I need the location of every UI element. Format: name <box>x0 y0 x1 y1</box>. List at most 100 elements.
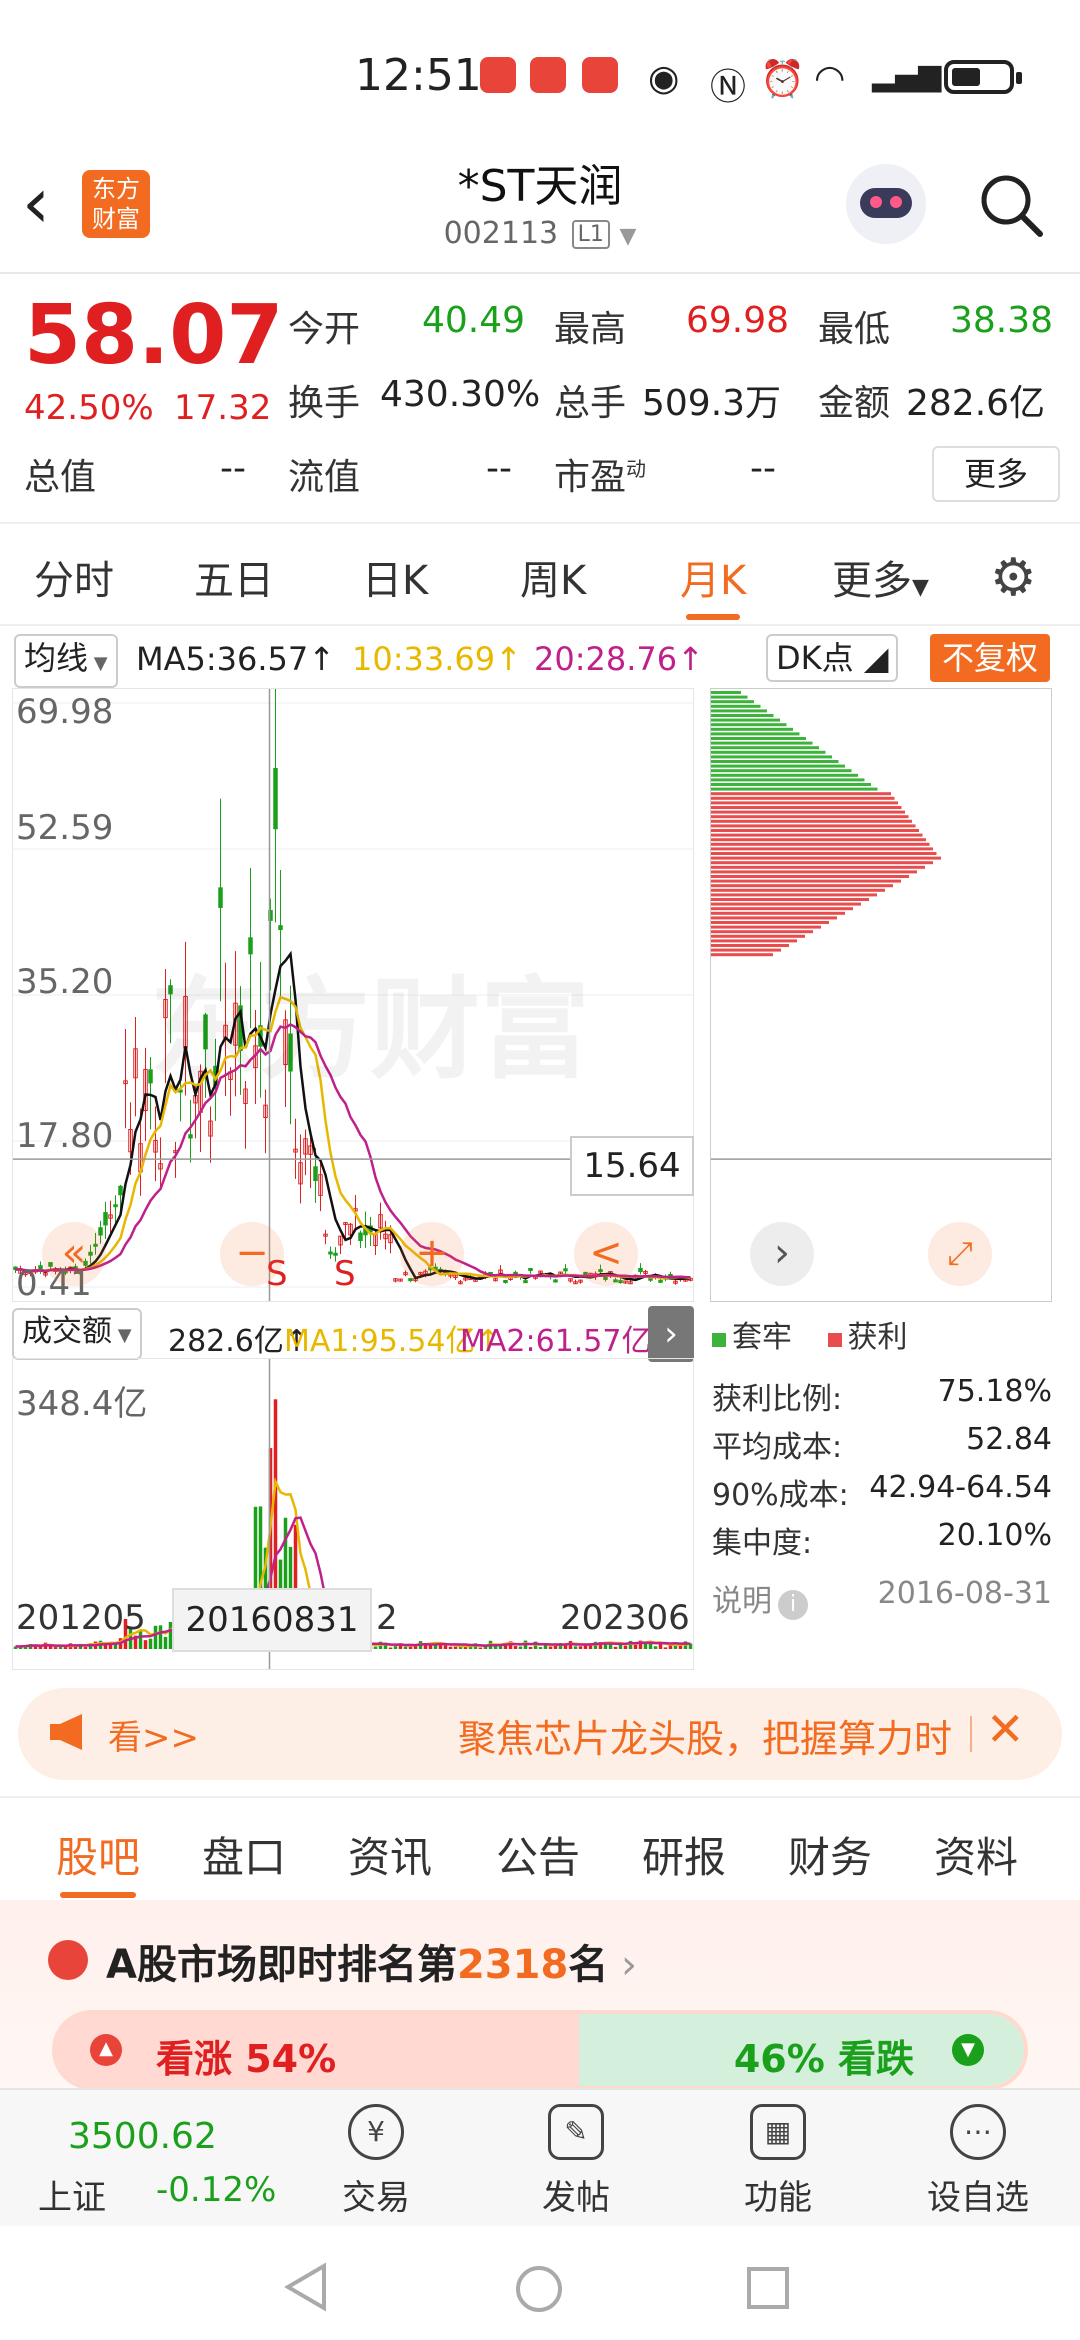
sell-signal-mark: S <box>334 1254 356 1294</box>
price-axis-label: 69.98 <box>16 692 114 732</box>
tab-more[interactable]: 更多▼ <box>832 548 929 606</box>
legend-profit: 获利 <box>847 1320 908 1355</box>
gear-icon[interactable]: ⚙ <box>990 548 1037 608</box>
chip-bar <box>711 911 845 915</box>
legend-trapped: 套牢 <box>732 1320 792 1355</box>
nav-add-watchlist[interactable]: ⋯ 设自选 <box>908 2104 1048 2219</box>
tab-finance[interactable]: 财务 <box>788 1824 872 1885</box>
high-label: 最高 <box>554 309 627 350</box>
chip-stat: 集中度: 20.10% <box>712 1518 1052 1561</box>
bear-label[interactable]: 46% 看跌 <box>734 2028 914 2083</box>
chevron-down-icon: ▼ <box>619 224 637 249</box>
chip-distribution-bars <box>711 691 1051 1160</box>
chip-bar <box>711 704 761 708</box>
home-circle-icon[interactable] <box>514 2264 564 2314</box>
search-icon[interactable] <box>976 170 1046 240</box>
yuan-icon: ¥ <box>348 2104 404 2160</box>
bull-label[interactable]: 看涨 54% <box>156 2028 336 2083</box>
back-triangle-icon[interactable] <box>284 2262 328 2312</box>
chip-bar <box>711 838 926 842</box>
chip-bar <box>711 944 789 947</box>
more-quote-button[interactable]: 更多 <box>932 446 1060 502</box>
turnover-label: 换手 <box>288 383 361 424</box>
ma20-value: 20:28.76↑ <box>534 640 704 678</box>
tab-research[interactable]: 研报 <box>642 1824 726 1885</box>
tab-daily-k[interactable]: 日K <box>362 548 428 606</box>
stock-code: 002113 <box>443 216 559 251</box>
content-tabs: 股吧 盘口 资讯 公告 研报 财务 资料 <box>0 1796 1080 1902</box>
volume-bar <box>548 1646 553 1649</box>
pe-label: 市盈动 <box>554 457 647 498</box>
watermark: 东方财富 <box>150 966 590 1094</box>
previous-icon[interactable]: < <box>574 1222 638 1286</box>
float-value: -- <box>486 448 512 489</box>
promo-banner[interactable]: 看>> 聚焦芯片龙头股，把握算力时 ✕ <box>18 1688 1062 1780</box>
index-name[interactable]: 上证 <box>38 2170 106 2219</box>
tab-announcements[interactable]: 公告 <box>496 1824 580 1885</box>
volume-axis-max: 348.4亿 <box>16 1384 148 1424</box>
zoom-in-icon[interactable]: + <box>400 1222 464 1286</box>
nav-trade[interactable]: ¥ 交易 <box>306 2104 446 2219</box>
chip-bar <box>711 792 891 796</box>
amount-label: 金额 <box>818 383 891 424</box>
period-tabs: 分时 五日 日K 周K 月K 更多▼ ⚙ <box>0 524 1080 626</box>
chip-bar <box>711 732 800 736</box>
nav-functions[interactable]: ▦ 功能 <box>708 2104 848 2219</box>
tab-pankou[interactable]: 盘口 <box>202 1824 286 1885</box>
tab-guba[interactable]: 股吧 <box>56 1824 140 1898</box>
high-value: 69.98 <box>686 300 790 341</box>
stock-header: ‹ 东方财富 *ST天润 002113 L1 ▼ <box>0 150 1080 274</box>
chip-bar <box>711 714 774 717</box>
volume-selector[interactable]: 成交额 ▼ <box>12 1308 142 1360</box>
volume-bar <box>393 1646 398 1649</box>
index-value[interactable]: 3500.62 <box>68 2116 217 2157</box>
next-icon[interactable]: › <box>750 1222 814 1286</box>
chip-bar <box>711 893 877 897</box>
chip-bar <box>711 801 898 805</box>
index-change[interactable]: -0.12% <box>156 2170 276 2210</box>
chip-bar <box>711 925 821 929</box>
ranking-text[interactable]: A股市场即时排名第2318名 › <box>106 1932 637 1990</box>
amount-value: 282.6亿 <box>906 383 1046 424</box>
candle-body <box>313 1166 318 1182</box>
chip-bar <box>711 842 930 846</box>
tab-monthly-k[interactable]: 月K <box>680 548 746 620</box>
close-icon[interactable]: ✕ <box>986 1702 1025 1756</box>
price-axis-label: 35.20 <box>16 962 114 1002</box>
scroll-left-icon[interactable]: « <box>42 1222 106 1286</box>
tab-weekly-k[interactable]: 周K <box>520 548 586 606</box>
adjust-button[interactable]: 不复权 <box>930 634 1051 682</box>
nav-post[interactable]: ✎ 发帖 <box>506 2104 646 2219</box>
expand-icon[interactable]: ⤢ <box>928 1222 992 1286</box>
tab-intraday[interactable]: 分时 <box>34 548 114 606</box>
change-amount: 17.32 <box>174 388 272 428</box>
zoom-out-icon[interactable]: − <box>220 1222 284 1286</box>
tab-five-day[interactable]: 五日 <box>194 548 274 606</box>
volume-bar <box>453 1646 458 1649</box>
tab-profile[interactable]: 资料 <box>934 1824 1018 1885</box>
candle-body <box>278 925 283 931</box>
robot-avatar-icon[interactable] <box>846 164 926 244</box>
recent-apps-icon[interactable] <box>746 2266 790 2310</box>
vote-down-icon[interactable]: ▼ <box>952 2034 984 2066</box>
chip-note-row[interactable]: 说明 i 2016-08-31 <box>712 1576 1052 1620</box>
tab-news[interactable]: 资讯 <box>348 1824 432 1885</box>
chip-bar <box>711 773 858 777</box>
chip-bar <box>711 764 845 768</box>
ma-selector[interactable]: 均线 ▼ <box>14 634 118 688</box>
banner-text: 聚焦芯片龙头股，把握算力时 <box>458 1717 953 1761</box>
sentiment-bar: ▲ 看涨 54% 46% 看跌 ▼ <box>52 2010 1028 2090</box>
nfc-icon: Ⓝ <box>710 67 747 108</box>
volume-bar <box>373 1646 378 1649</box>
chip-bar <box>711 691 741 694</box>
chip-bar <box>711 824 916 828</box>
volume-bar <box>63 1646 68 1649</box>
chip-bar <box>711 875 909 878</box>
expand-right-icon[interactable]: › <box>648 1306 694 1362</box>
dk-button[interactable]: DK点 ◢ <box>766 634 899 682</box>
chip-bar <box>711 856 941 860</box>
ranking-icon <box>48 1940 88 1980</box>
volume-bar <box>153 1625 158 1649</box>
candle-body <box>328 1251 333 1255</box>
vote-up-icon[interactable]: ▲ <box>90 2034 122 2066</box>
